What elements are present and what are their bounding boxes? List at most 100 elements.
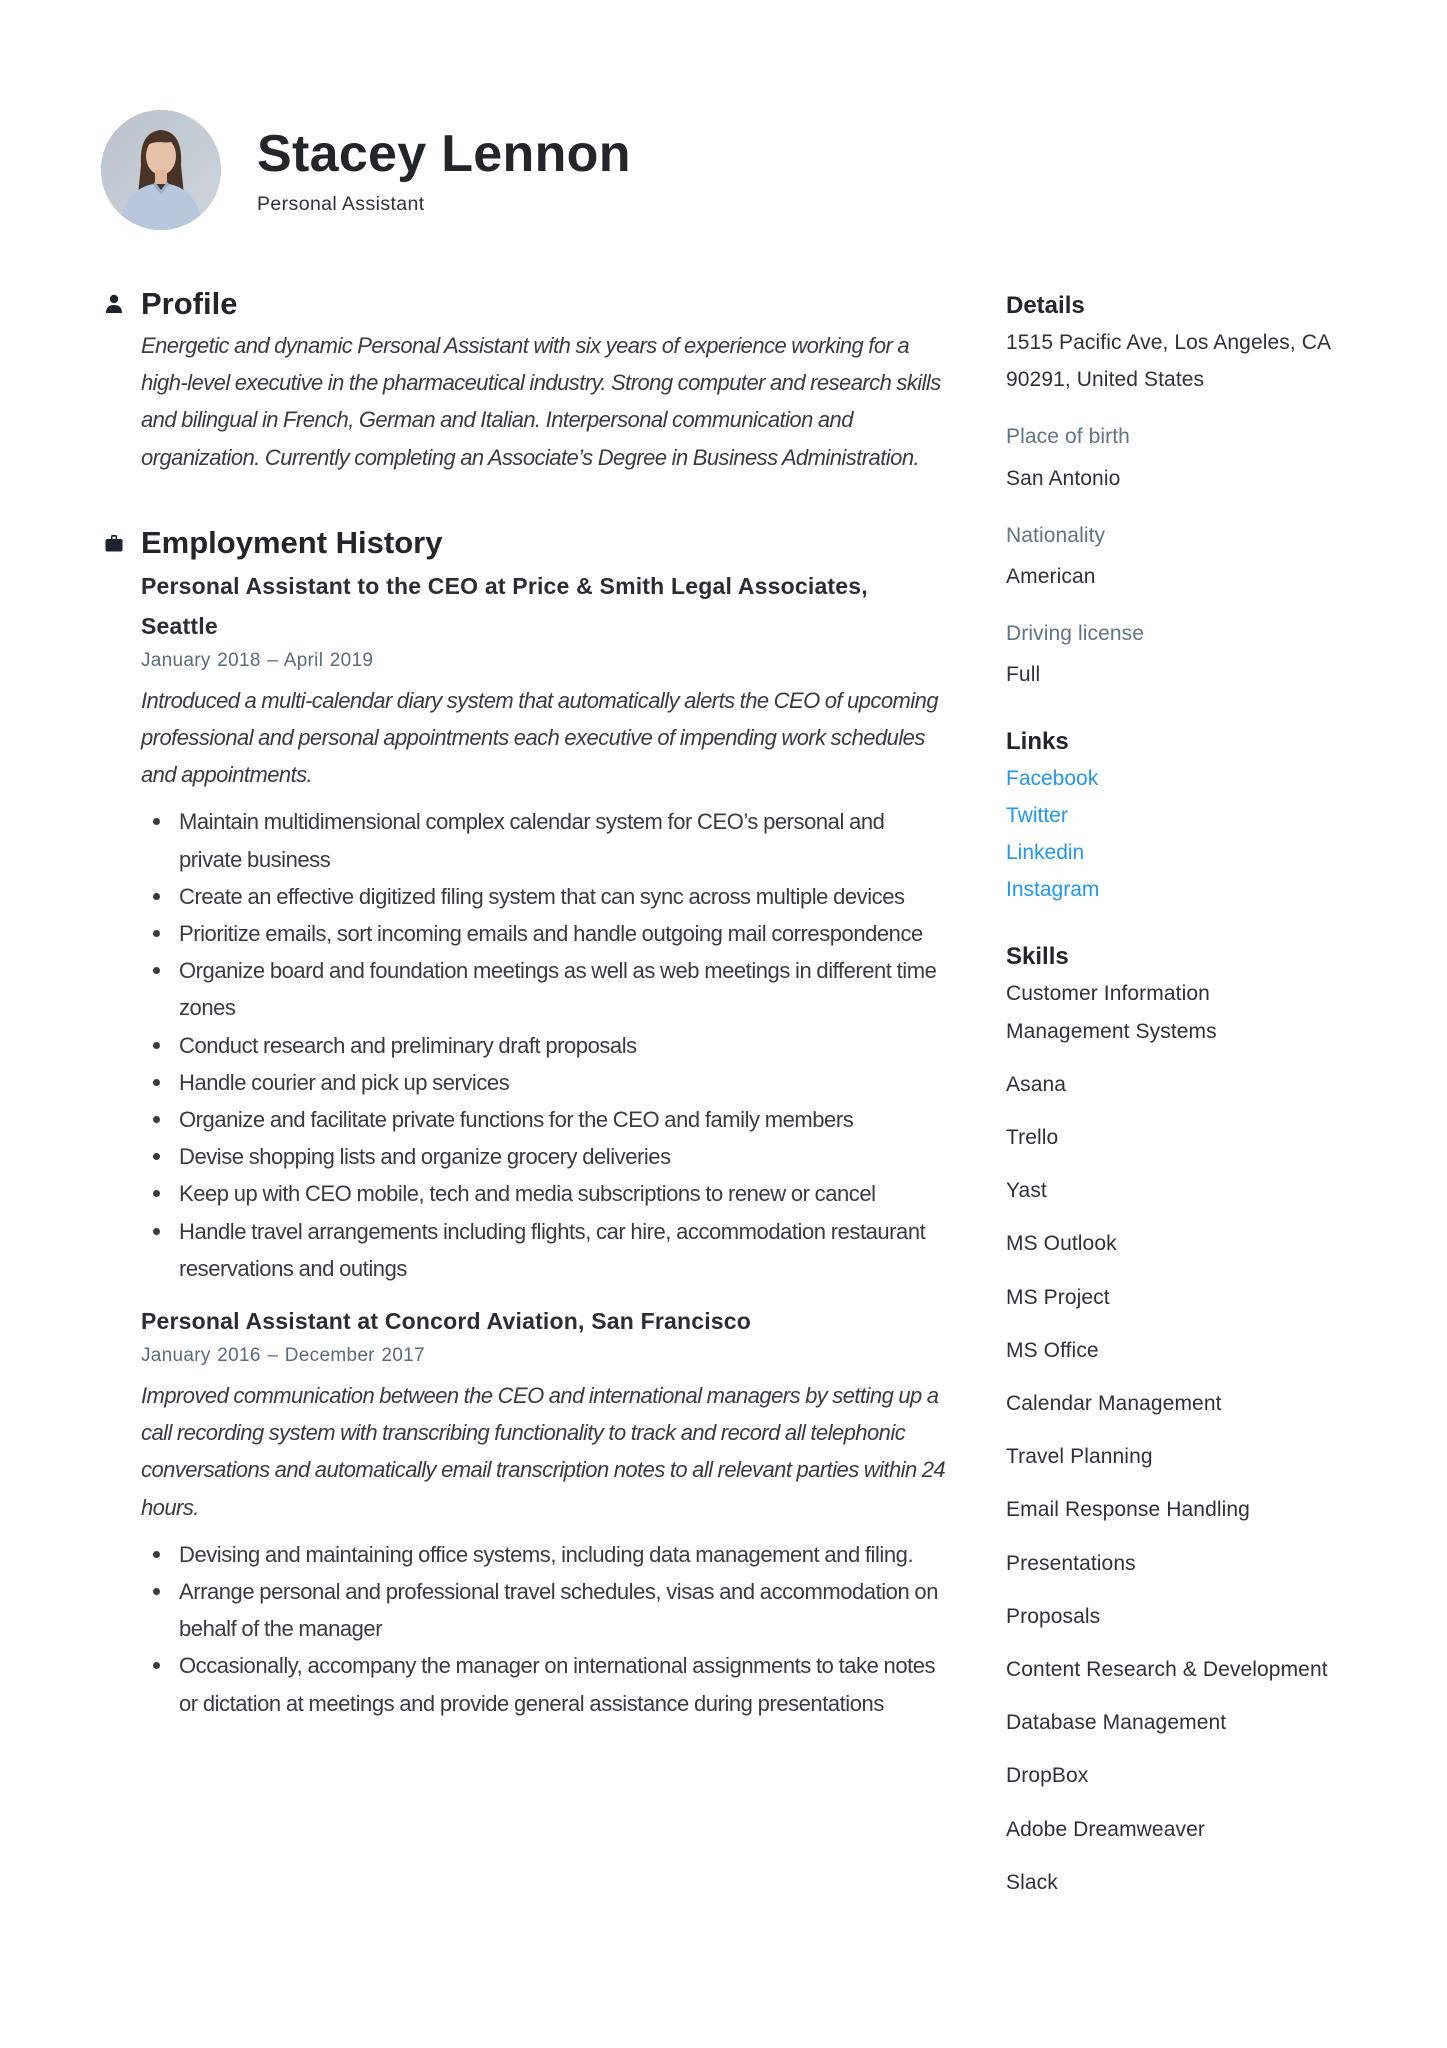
- skill-item: Yast: [1006, 1179, 1047, 1203]
- skill-item: Database Management: [1006, 1711, 1227, 1735]
- briefcase-icon: [105, 533, 123, 553]
- bullet-text: Keep up with CEO mobile, tech and media …: [179, 1181, 876, 1207]
- place-of-birth-value: San Antonio: [1006, 466, 1121, 490]
- skill-item: MS Outlook: [1006, 1232, 1117, 1256]
- job-bullet: Keep up with CEO mobile, tech and media …: [141, 1175, 951, 1212]
- job-bullet: Occasionally, accompany the manager on i…: [141, 1647, 951, 1721]
- skill-item: Travel Planning: [1006, 1445, 1153, 1469]
- job-entry: Personal Assistant to the CEO at Price &…: [141, 566, 951, 1287]
- bullet-dot-icon: [153, 967, 160, 975]
- job-bullet: Prioritize emails, sort incoming emails …: [141, 915, 951, 952]
- profile-heading: Profile: [106, 283, 951, 325]
- address-line: 1515 Pacific Ave, Los Angeles, CA: [1006, 331, 1332, 354]
- bullet-text: Arrange personal and professional travel…: [179, 1579, 938, 1642]
- main-column: Profile Energetic and dynamic Personal A…: [105, 283, 951, 1722]
- employment-section: Employment History Personal Assistant to…: [105, 522, 951, 1722]
- skill-item: Trello: [1006, 1126, 1059, 1150]
- job-bullet: Organize board and foundation meetings a…: [141, 952, 951, 1026]
- skill-item: MS Office: [1006, 1338, 1099, 1362]
- job-bullet-list: Maintain multidimensional complex calend…: [141, 803, 951, 1287]
- link-facebook[interactable]: Facebook: [1006, 760, 1406, 797]
- bullet-dot-icon: [153, 1550, 160, 1558]
- profile-section: Profile Energetic and dynamic Personal A…: [106, 283, 951, 476]
- candidate-name: Stacey Lennon: [257, 125, 631, 183]
- job-title: Personal Assistant at Concord Aviation, …: [141, 1308, 752, 1335]
- bullet-dot-icon: [153, 1116, 160, 1124]
- bullet-dot-icon: [153, 1190, 160, 1198]
- job-bullet: Devising and maintaining office systems,…: [141, 1536, 951, 1573]
- job-entry: Personal Assistant at Concord Aviation, …: [141, 1301, 951, 1722]
- bullet-text: Devising and maintaining office systems,…: [179, 1541, 914, 1567]
- job-bullet: Conduct research and preliminary draft p…: [141, 1027, 951, 1064]
- driving-license-value: Full: [1006, 663, 1041, 687]
- skill-item: Asana: [1006, 1072, 1067, 1096]
- bullet-text: Maintain multidimensional complex calend…: [179, 809, 885, 872]
- skill-item: Slack: [1006, 1870, 1058, 1894]
- bullet-dot-icon: [153, 1078, 160, 1086]
- bullet-dot-icon: [153, 1588, 160, 1596]
- skills-heading: Skills: [1006, 943, 1069, 971]
- bullet-dot-icon: [153, 930, 160, 938]
- bullet-text: Handle courier and pick up services: [179, 1069, 510, 1095]
- bullet-text: Devise shopping lists and organize groce…: [179, 1144, 671, 1170]
- skill-item: Adobe Dreamweaver: [1006, 1817, 1205, 1841]
- job-bullet: Devise shopping lists and organize groce…: [141, 1138, 951, 1175]
- links-section: Links Facebook Twitter Linkedin Instagra…: [1006, 726, 1406, 909]
- bullet-dot-icon: [153, 1227, 160, 1235]
- job-description: Introduced a multi-calendar diary system…: [141, 687, 939, 788]
- job-bullet: Organize and facilitate private function…: [141, 1101, 951, 1138]
- job-bullet: Handle courier and pick up services: [141, 1064, 951, 1101]
- skill-item: Presentations: [1006, 1551, 1136, 1575]
- bullet-text: Prioritize emails, sort incoming emails …: [179, 921, 923, 947]
- skill-item: Email Response Handling: [1006, 1498, 1250, 1522]
- candidate-job-title: Personal Assistant: [257, 193, 425, 215]
- profile-heading-text: Profile: [141, 286, 238, 321]
- nationality-label: Nationality: [1006, 523, 1106, 547]
- bullet-dot-icon: [153, 818, 160, 826]
- job-bullet: Arrange personal and professional travel…: [141, 1573, 951, 1647]
- skill-item: DropBox: [1006, 1764, 1089, 1788]
- profile-summary: Energetic and dynamic Personal Assistant…: [141, 333, 941, 470]
- profile-photo-avatar: [101, 110, 221, 230]
- sidebar-column: Details 1515 Pacific Ave, Los Angeles, C…: [1006, 290, 1406, 1917]
- bullet-dot-icon: [153, 1153, 160, 1161]
- place-of-birth-label: Place of birth: [1006, 425, 1130, 449]
- employment-heading-text: Employment History: [141, 524, 443, 560]
- job-description: Improved communication between the CEO a…: [141, 1383, 946, 1520]
- bullet-text: Occasionally, accompany the manager on i…: [179, 1653, 936, 1716]
- bullet-text: Conduct research and preliminary draft p…: [179, 1032, 637, 1058]
- details-section: Details 1515 Pacific Ave, Los Angeles, C…: [1006, 290, 1406, 694]
- bullet-dot-icon: [153, 1041, 160, 1049]
- job-bullet: Maintain multidimensional complex calend…: [141, 803, 951, 877]
- address-line: 90291, United States: [1006, 368, 1205, 392]
- link-instagram[interactable]: Instagram: [1006, 871, 1406, 908]
- resume-page: Stacey Lennon Personal Assistant Profile…: [0, 0, 1447, 2048]
- bullet-text: Handle travel arrangements including fli…: [179, 1218, 926, 1281]
- skills-section: Skills Customer Information Management S…: [1006, 941, 1406, 1901]
- bullet-dot-icon: [153, 892, 160, 900]
- nationality-value: American: [1006, 565, 1096, 589]
- skill-item: Calendar Management: [1006, 1392, 1222, 1416]
- person-icon: [105, 294, 123, 314]
- job-bullet: Create an effective digitized filing sys…: [141, 878, 951, 915]
- job-dates: January 2018 – April 2019: [141, 649, 374, 671]
- skills-list: Customer Information Management Systems …: [1006, 975, 1406, 1901]
- employment-heading: Employment History: [105, 522, 951, 564]
- job-dates: January 2016 – December 2017: [141, 1345, 425, 1367]
- profile-photo-icon: [101, 110, 221, 230]
- bullet-text: Organize and facilitate private function…: [179, 1107, 854, 1133]
- skill-item: Customer Information Management Systems: [1006, 982, 1217, 1043]
- skill-item: MS Project: [1006, 1285, 1110, 1309]
- details-heading: Details: [1006, 292, 1085, 319]
- bullet-text: Create an effective digitized filing sys…: [179, 883, 905, 909]
- job-title: Personal Assistant to the CEO at Price &…: [141, 572, 868, 639]
- link-linkedin[interactable]: Linkedin: [1006, 834, 1406, 871]
- skill-item: Content Research & Development: [1006, 1658, 1328, 1682]
- skill-item: Proposals: [1006, 1604, 1101, 1628]
- links-heading: Links: [1006, 727, 1069, 755]
- job-bullet-list: Devising and maintaining office systems,…: [141, 1536, 951, 1722]
- bullet-dot-icon: [153, 1662, 160, 1670]
- bullet-text: Organize board and foundation meetings a…: [179, 958, 937, 1021]
- link-twitter[interactable]: Twitter: [1006, 797, 1406, 834]
- driving-license-label: Driving license: [1006, 622, 1145, 646]
